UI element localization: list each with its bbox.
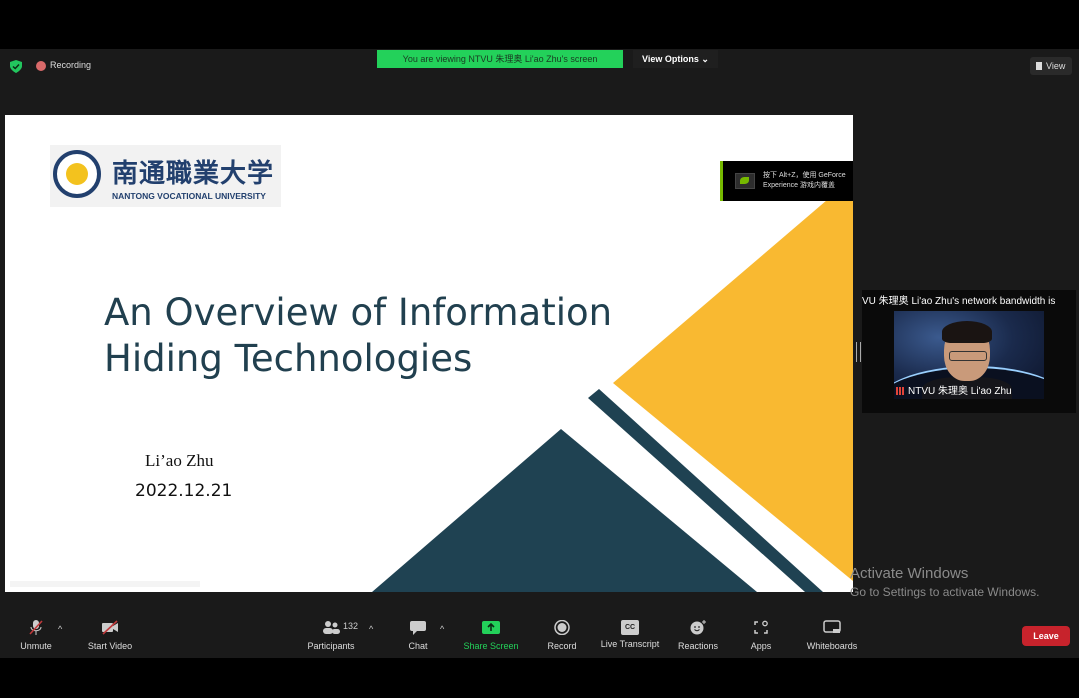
audio-options-caret[interactable]: ^ — [58, 624, 62, 634]
recording-icon — [36, 61, 46, 71]
apps-button[interactable]: Apps — [744, 612, 778, 656]
apps-icon — [754, 620, 768, 634]
reactions-icon — [690, 620, 706, 635]
start-video-label: Start Video — [87, 641, 133, 651]
slide-date: 2022.12.21 — [135, 481, 233, 501]
bottom-black-bar — [0, 658, 1079, 698]
view-label: View — [1046, 61, 1066, 71]
participants-count: 132 — [343, 621, 359, 631]
video-off-icon — [102, 620, 118, 635]
apps-label: Apps — [750, 641, 772, 651]
start-video-button[interactable]: Start Video — [82, 612, 138, 656]
geforce-line2: Experience 游戏内覆盖 — [763, 182, 835, 189]
chat-label: Chat — [408, 641, 428, 651]
chat-button[interactable]: Chat — [400, 612, 436, 656]
share-screen-button[interactable]: Share Screen — [460, 612, 522, 656]
logo-english-name: NANTONG VOCATIONAL UNIVERSITY — [112, 191, 266, 201]
meeting-toolbar — [0, 610, 1079, 658]
slide-title: An Overview of Information Hiding Techno… — [104, 290, 612, 382]
participants-label: Participants — [307, 641, 355, 651]
view-layout-icon — [1036, 62, 1042, 70]
geforce-overlay-toast: 按下 Alt+Z，使用 GeForce Experience 游戏内覆盖 — [720, 161, 853, 201]
closed-caption-icon: CC — [621, 620, 639, 635]
chat-caret[interactable]: ^ — [440, 624, 444, 634]
participant-name-label: NTVU 朱理奥 Li'ao Zhu — [908, 386, 1012, 397]
microphone-muted-icon — [29, 620, 43, 635]
participants-icon — [323, 621, 340, 634]
whiteboards-button[interactable]: Whiteboards — [802, 612, 862, 656]
university-seal-icon — [53, 150, 101, 198]
record-icon — [554, 619, 570, 636]
chat-icon — [410, 621, 426, 635]
activate-windows-title: Activate Windows — [850, 565, 969, 582]
slide-author: Li’ao Zhu — [145, 451, 214, 470]
participant-thumbnail[interactable]: VU 朱理奥 Li'ao Zhu's network bandwidth is … — [856, 290, 1076, 413]
reactions-label: Reactions — [677, 641, 719, 651]
recording-label: Recording — [50, 60, 92, 70]
signal-bars-icon — [896, 387, 906, 395]
view-options-button[interactable]: View Options ⌄ — [633, 50, 718, 68]
unmute-label: Unmute — [20, 641, 52, 651]
geforce-line1: 按下 Alt+Z，使用 GeForce — [763, 172, 846, 179]
top-black-bar — [0, 0, 1079, 49]
nvidia-icon — [735, 173, 755, 189]
slide-title-line1: An Overview of Information — [104, 291, 613, 334]
leave-button[interactable]: Leave — [1022, 626, 1070, 646]
logo-chinese-name: 南通職業大学 — [112, 159, 275, 189]
university-logo: 南通職業大学 NANTONG VOCATIONAL UNIVERSITY — [50, 145, 281, 207]
activate-windows-subtitle: Go to Settings to activate Windows. — [850, 585, 1040, 599]
record-button[interactable]: Record — [543, 612, 581, 656]
share-screen-icon — [482, 621, 500, 634]
shield-check-icon[interactable] — [10, 60, 22, 73]
slide-title-line2: Hiding Technologies — [104, 337, 473, 380]
participants-caret[interactable]: ^ — [369, 624, 373, 634]
shared-slide: 南通職業大学 NANTONG VOCATIONAL UNIVERSITY 按下 … — [5, 115, 853, 592]
viewing-banner: You are viewing NTVU 朱理奥 Li'ao Zhu's scr… — [377, 50, 623, 68]
record-label: Record — [547, 641, 577, 651]
unmute-button[interactable]: Unmute — [14, 612, 58, 656]
reactions-button[interactable]: Reactions — [675, 612, 721, 656]
drag-handle-icon[interactable] — [856, 342, 861, 362]
live-transcript-label: Live Transcript — [600, 639, 660, 649]
slide-footer-blur — [10, 581, 200, 587]
whiteboards-label: Whiteboards — [806, 641, 858, 651]
participant-name: NTVU 朱理奥 Li'ao Zhu — [896, 382, 1012, 397]
thumbnail-caption: VU 朱理奥 Li'ao Zhu's network bandwidth is — [862, 296, 1056, 307]
whiteboard-icon — [823, 620, 841, 633]
live-transcript-button[interactable]: CC Live Transcript — [598, 612, 662, 656]
share-screen-label: Share Screen — [463, 641, 519, 651]
participants-button[interactable]: Participants — [302, 612, 360, 656]
view-button[interactable]: View — [1030, 57, 1072, 75]
